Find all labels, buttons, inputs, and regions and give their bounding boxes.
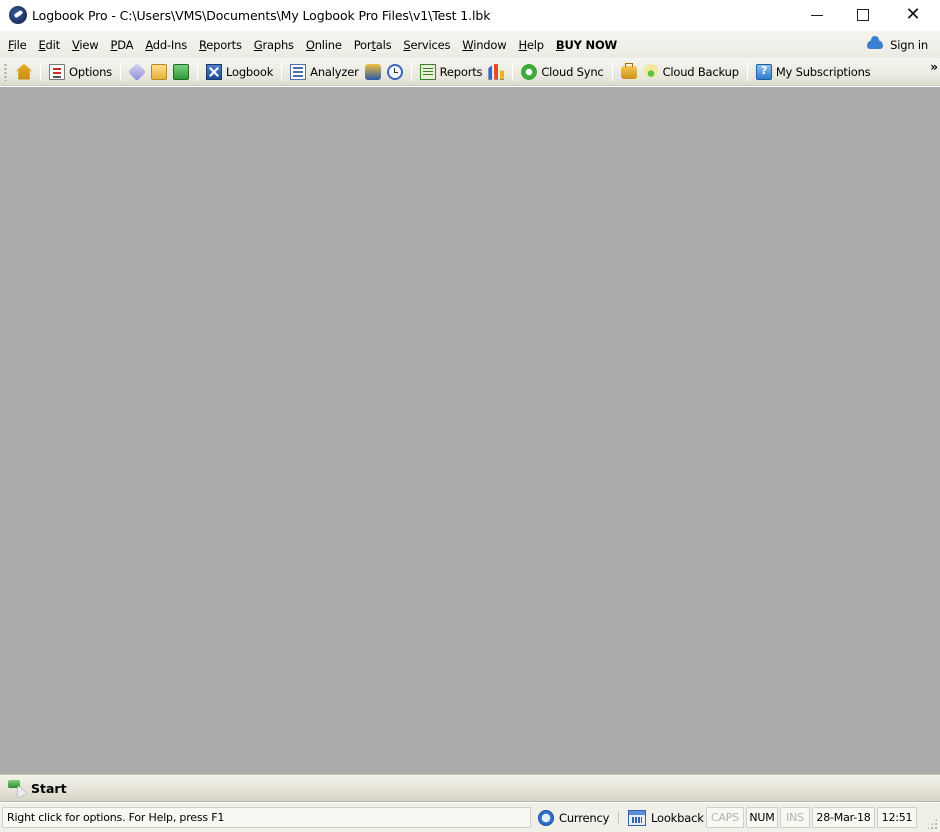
analyzer-label: Analyzer: [310, 64, 359, 79]
briefcase-button[interactable]: [618, 61, 640, 83]
date-indicator: 28-Mar-18: [812, 807, 875, 828]
aircraft-icon: [127, 62, 147, 81]
help-monitor-icon: [755, 63, 772, 80]
home-button[interactable]: [13, 61, 35, 83]
menu-add-ins[interactable]: Add-Ins: [140, 38, 192, 52]
schedule-icon: [172, 63, 189, 80]
home-icon: [16, 63, 32, 80]
caps-indicator: CAPS: [706, 807, 744, 828]
lookback-calendar-icon: [628, 809, 646, 826]
menu-graphs[interactable]: Graphs: [249, 38, 299, 52]
menu-window[interactable]: Window: [457, 38, 511, 52]
search-button[interactable]: [362, 61, 384, 83]
schedule-button[interactable]: [170, 61, 192, 83]
reports-icon: [419, 63, 436, 80]
title-bar: Logbook Pro - C:\Users\VMS\Documents\My …: [0, 0, 940, 30]
options-button[interactable]: Options: [46, 61, 115, 83]
start-label: Start: [31, 780, 67, 796]
start-button[interactable]: Start: [8, 779, 67, 797]
toolbar-separator: [281, 62, 283, 81]
menu-portals[interactable]: Portals: [349, 38, 397, 52]
import-button[interactable]: [148, 61, 170, 83]
status-message: Right click for options. For Help, press…: [2, 807, 531, 828]
cloud-backup-button[interactable]: Cloud Backup: [640, 61, 742, 83]
menu-edit[interactable]: Edit: [33, 38, 64, 52]
sync-icon: [521, 63, 538, 80]
cloud-icon: [867, 36, 884, 49]
status-separator: [618, 811, 619, 825]
toolbar-separator: [119, 62, 121, 81]
logbook-icon: [205, 63, 222, 80]
logbook-button[interactable]: Logbook: [203, 61, 276, 83]
status-bar: Right click for options. For Help, press…: [0, 803, 940, 832]
currency-clock-button[interactable]: [384, 61, 406, 83]
menu-services[interactable]: Services: [398, 38, 455, 52]
cloud-backup-icon: [642, 63, 659, 80]
minimize-button[interactable]: [794, 0, 840, 30]
start-bar: Start: [0, 774, 940, 802]
menu-view[interactable]: View: [67, 38, 104, 52]
analyzer-button[interactable]: Analyzer: [287, 61, 361, 83]
menu-online[interactable]: Online: [301, 38, 347, 52]
cloud-backup-label: Cloud Backup: [662, 64, 739, 79]
analyzer-icon: [290, 63, 307, 80]
maximize-button[interactable]: [840, 0, 886, 30]
currency-gauge-icon: [538, 809, 554, 826]
menu-buy-now[interactable]: BUY NOW: [551, 38, 622, 52]
menu-file[interactable]: File: [3, 38, 31, 52]
ins-indicator: INS: [780, 807, 810, 828]
window-title: Logbook Pro - C:\Users\VMS\Documents\My …: [32, 7, 491, 23]
currency-label: Currency: [559, 810, 610, 825]
menu-bar: File Edit View PDA Add-Ins Reports Graphs Onlin…: [0, 31, 940, 58]
briefcase-icon: [620, 63, 637, 79]
toolbar-separator: [746, 62, 748, 81]
folder-icon: [150, 63, 167, 80]
close-icon: ✕: [905, 4, 921, 25]
graphs-button[interactable]: [485, 61, 507, 83]
sign-in-button[interactable]: Sign in: [867, 31, 928, 58]
minimize-icon: [811, 14, 823, 16]
reports-label: Reports: [439, 64, 483, 79]
aircraft-button[interactable]: [126, 61, 148, 83]
time-indicator: 12:51: [877, 807, 917, 828]
close-button[interactable]: ✕: [890, 0, 936, 30]
bar-chart-icon: [488, 63, 505, 80]
num-indicator: NUM: [746, 807, 778, 828]
cloud-sync-button[interactable]: Cloud Sync: [518, 61, 606, 83]
toolbar-separator: [512, 62, 514, 81]
mdi-workspace: [0, 87, 940, 774]
lookback-label: Lookback: [651, 810, 704, 825]
lookback-button[interactable]: Lookback: [628, 807, 704, 828]
resize-grip[interactable]: [926, 818, 938, 830]
clock-icon: [386, 63, 403, 80]
toolbar-overflow-chevron-icon[interactable]: »: [930, 60, 938, 74]
sign-in-label: Sign in: [890, 37, 928, 52]
start-cursor-icon: [8, 779, 25, 797]
maximize-icon: [857, 9, 869, 21]
menu-pda[interactable]: PDA: [105, 38, 138, 52]
options-label: Options: [69, 64, 112, 79]
toolbar-separator: [611, 62, 613, 81]
reports-button[interactable]: Reports: [417, 61, 486, 83]
app-logo-icon: [9, 6, 27, 24]
main-toolbar: Options Logbook Analyzer Reports Cloud S…: [0, 58, 940, 86]
toolbar-separator: [196, 62, 198, 81]
binoculars-icon: [364, 63, 381, 80]
my-subscriptions-button[interactable]: My Subscriptions: [753, 61, 874, 83]
logbook-label: Logbook: [225, 64, 274, 79]
cloud-sync-label: Cloud Sync: [541, 64, 604, 79]
my-subscriptions-label: My Subscriptions: [775, 64, 871, 79]
toolbar-separator: [410, 62, 412, 81]
menu-help[interactable]: Help: [513, 38, 548, 52]
currency-button[interactable]: Currency: [538, 807, 609, 828]
toolbar-separator: [40, 62, 41, 81]
menu-reports[interactable]: Reports: [194, 38, 247, 52]
toolbar-grip[interactable]: [4, 62, 7, 81]
options-icon: [49, 63, 65, 80]
